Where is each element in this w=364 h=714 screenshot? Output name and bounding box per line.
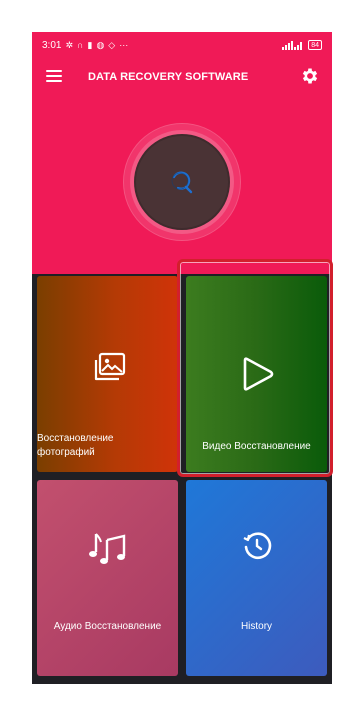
status-bar: 3:01 ✲ ∩ ▮ ◍ ◇ ··· 84	[32, 32, 332, 58]
gear-icon[interactable]	[300, 66, 320, 86]
more-notifications-icon: ···	[119, 40, 129, 50]
magnifier-spinner-icon	[171, 171, 193, 194]
notification-icon: ✲	[65, 40, 74, 50]
header-panel: 3:01 ✲ ∩ ▮ ◍ ◇ ··· 84 DATA RECOVERY SOFT…	[32, 32, 332, 274]
photos-icon	[94, 352, 126, 381]
app-screen: 3:01 ✲ ∩ ▮ ◍ ◇ ··· 84 DATA RECOVERY SOFT…	[32, 32, 332, 684]
video-recovery-tile[interactable]: Видео Восстановление	[186, 276, 327, 472]
sync-icon: ◍	[96, 40, 105, 50]
hamburger-menu-icon[interactable]	[46, 68, 62, 84]
music-notes-icon	[89, 533, 126, 564]
audio-recovery-tile[interactable]: Аудио Восстановление	[37, 480, 178, 676]
signal-icon	[282, 41, 303, 50]
app-title: DATA RECOVERY SOFTWARE	[88, 71, 249, 83]
photo-recovery-tile[interactable]: Восстановление фотографий	[37, 276, 178, 472]
video-recovery-label: Видео Восстановление	[202, 441, 311, 452]
storage-icon: ▮	[87, 40, 93, 50]
history-tile[interactable]: History	[186, 480, 327, 676]
history-label: History	[240, 621, 273, 632]
status-right: 84	[282, 40, 322, 50]
status-time: 3:01	[42, 39, 62, 51]
battery-indicator: 84	[308, 40, 322, 50]
photo-recovery-label: Восстановление фотографий	[37, 433, 114, 458]
app-bar: DATA RECOVERY SOFTWARE	[32, 60, 332, 94]
play-icon	[243, 357, 274, 391]
audio-recovery-label: Аудио Восстановление	[53, 621, 162, 632]
status-left: 3:01 ✲ ∩ ▮ ◍ ◇ ···	[42, 40, 128, 51]
headphones-icon: ∩	[77, 40, 84, 50]
cast-icon: ◇	[108, 40, 116, 50]
history-icon	[243, 532, 272, 560]
scan-button[interactable]	[134, 134, 230, 230]
